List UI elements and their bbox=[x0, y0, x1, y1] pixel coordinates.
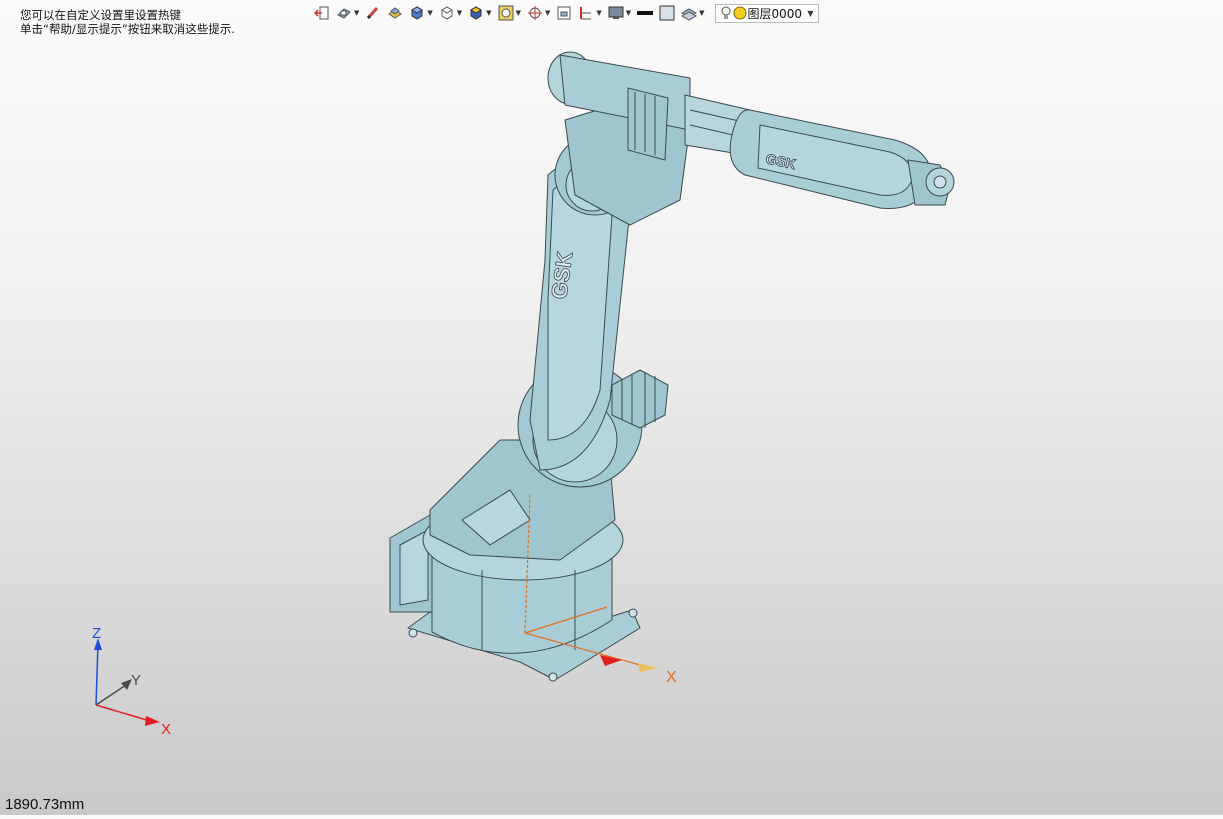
line-style-icon bbox=[637, 11, 654, 15]
zoom-fit-button[interactable]: ▼ bbox=[496, 3, 523, 23]
chevron-down-icon: ▼ bbox=[515, 9, 521, 17]
layer-color-icon bbox=[733, 6, 747, 20]
shaded-cube-icon bbox=[411, 6, 424, 20]
triad-x-label: X bbox=[161, 721, 171, 738]
lightbulb-icon bbox=[721, 6, 731, 19]
pen-button[interactable] bbox=[363, 3, 383, 23]
chevron-down-icon: ▼ bbox=[699, 9, 705, 17]
chevron-down-icon: ▼ bbox=[456, 9, 463, 17]
target-icon bbox=[527, 6, 542, 20]
wireframe-cube-icon bbox=[441, 6, 453, 20]
triad-y-label: Y bbox=[131, 672, 141, 689]
exit-button[interactable] bbox=[312, 3, 332, 23]
fit-box-button[interactable] bbox=[554, 3, 574, 23]
chevron-down-icon: ▼ bbox=[427, 9, 433, 17]
chevron-down-icon: ▼ bbox=[807, 8, 814, 18]
fill-color-button[interactable] bbox=[657, 3, 677, 23]
zoom-fit-icon bbox=[498, 5, 514, 21]
view-toolbar: ▼ ▼ ▼ ▼ ▼ ▼ ▼ ▼ ▼ 图层0000 ▼ bbox=[312, 2, 819, 24]
hint-text: 您可以在自定义设置里设置热键 单击“帮助/显示提示”按钮来取消这些提示. bbox=[20, 8, 235, 36]
chevron-down-icon: ▼ bbox=[625, 9, 632, 17]
iso-cube-icon bbox=[470, 6, 483, 20]
render-style-button[interactable] bbox=[385, 3, 405, 23]
fit-box-icon bbox=[557, 6, 571, 20]
fill-color-icon bbox=[659, 5, 675, 21]
layer-select[interactable]: 图层0000 ▼ bbox=[714, 3, 819, 23]
chevron-down-icon: ▼ bbox=[596, 9, 602, 17]
layer-select-value: 图层0000 bbox=[747, 6, 803, 21]
target-button[interactable]: ▼ bbox=[525, 3, 552, 23]
distance-readout: 1890.73mm bbox=[5, 796, 85, 813]
3d-viewport[interactable]: GSK GSK X Z Y X bbox=[0, 0, 1223, 815]
triad-z-label: Z bbox=[92, 625, 101, 642]
monitor-icon bbox=[608, 6, 624, 19]
iso-view-button[interactable]: ▼ bbox=[466, 3, 493, 23]
wireframe-view-button[interactable]: ▼ bbox=[437, 3, 464, 23]
exit-icon bbox=[314, 6, 329, 20]
pen-icon bbox=[367, 6, 379, 20]
hint-line-1: 您可以在自定义设置里设置热键 bbox=[20, 8, 181, 22]
view-triad bbox=[94, 638, 160, 726]
render-style-icon bbox=[388, 7, 403, 19]
layer-stack-button[interactable]: ▼ bbox=[679, 3, 706, 23]
measure-button[interactable]: ▼ bbox=[576, 3, 603, 23]
chevron-down-icon: ▼ bbox=[544, 9, 551, 17]
line-style-button[interactable] bbox=[635, 3, 655, 23]
hint-line-2: 单击“帮助/显示提示”按钮来取消这些提示. bbox=[20, 22, 235, 36]
chevron-down-icon: ▼ bbox=[354, 9, 360, 17]
view-orient-icon bbox=[337, 8, 351, 19]
model-x-label: X bbox=[666, 669, 677, 686]
robot-arm-model[interactable]: GSK GSK X Z Y X bbox=[0, 0, 1223, 815]
chevron-down-icon: ▼ bbox=[486, 9, 492, 17]
shaded-view-button[interactable]: ▼ bbox=[407, 3, 434, 23]
layer-stack-icon bbox=[681, 8, 698, 21]
measure-icon bbox=[580, 7, 592, 20]
view-orient-button[interactable]: ▼ bbox=[334, 3, 361, 23]
display-button[interactable]: ▼ bbox=[606, 3, 633, 23]
